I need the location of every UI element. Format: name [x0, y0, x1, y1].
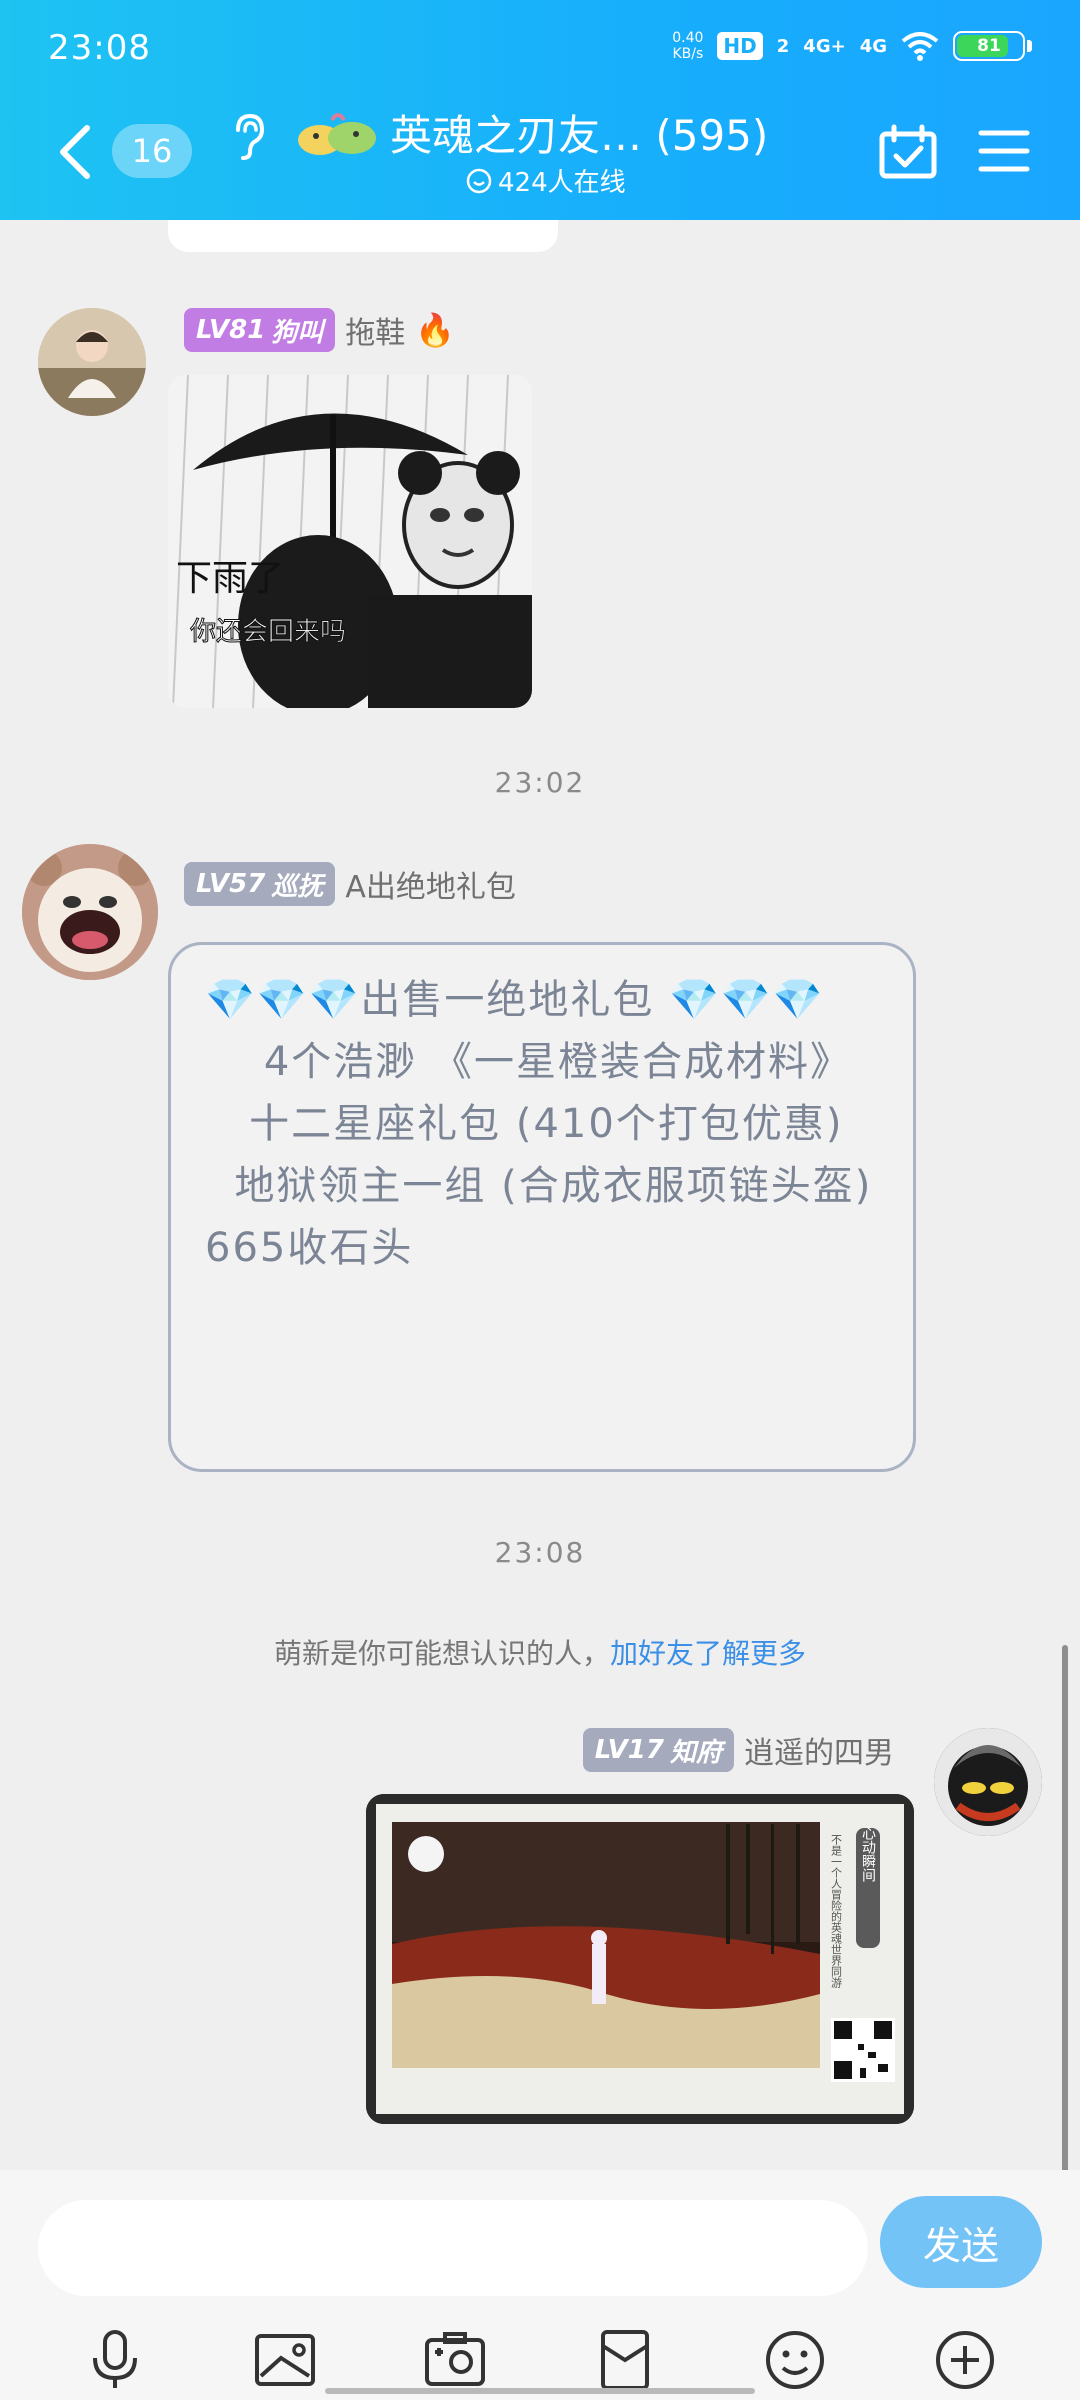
- battery-indicator: 81: [953, 31, 1032, 61]
- message-line-3: 十二星座礼包 (410个打包优惠): [205, 1101, 844, 1147]
- unread-count-badge[interactable]: 16: [112, 124, 192, 178]
- plus-icon[interactable]: [933, 2328, 997, 2392]
- message-meta-3: LV17 知府 逍遥的四男: [582, 1728, 894, 1772]
- card-side-text: 心动瞬间: [860, 1826, 876, 1883]
- group-name: 英魂之刃友… (595): [390, 111, 769, 160]
- menu-icon[interactable]: [978, 128, 1030, 174]
- friend-suggestion-notice: 萌新是你可能想认识的人，加好友了解更多: [0, 1632, 1080, 1672]
- avatar-sender-2[interactable]: [22, 844, 158, 980]
- image-message[interactable]: 心动瞬间 不是一个人冒险的英魂世界同游: [366, 1794, 914, 2124]
- online-smile-icon: [466, 168, 492, 193]
- bird-emoji-icon: [298, 112, 376, 155]
- avatar-image: [38, 308, 146, 416]
- avatar-image: [934, 1728, 1042, 1836]
- online-status: 424人在线: [466, 162, 626, 199]
- net-speed: 0.40 KB/s: [672, 30, 704, 62]
- avatar-self[interactable]: [934, 1728, 1042, 1836]
- sticker-caption-1: 下雨了: [176, 558, 284, 599]
- game-screenshot-image: 心动瞬间 不是一个人冒险的英魂世界同游: [366, 1794, 914, 2124]
- message-input[interactable]: [38, 2200, 868, 2296]
- message-line-4: 地狱领主一组 (合成衣服项链头盔): [205, 1163, 873, 1209]
- add-friend-link[interactable]: 加好友了解更多: [610, 1637, 806, 1670]
- message-line-5: 665收石头: [205, 1225, 414, 1271]
- online-count: 424人在线: [498, 168, 626, 198]
- chat-header: 23:08 0.40 KB/s HD 2 4G+ 4G 81 16 英魂之刃友……: [0, 0, 1080, 220]
- timestamp-divider-1: 23:02: [494, 766, 586, 799]
- card-caption: 不是一个人冒险的英魂世界同游: [830, 1834, 843, 1988]
- composer-toolbar: [0, 2328, 1080, 2392]
- red-packet-icon[interactable]: [593, 2328, 657, 2392]
- calendar-check-icon[interactable]: [878, 124, 938, 180]
- fire-icon: 🔥: [415, 311, 456, 349]
- image-icon[interactable]: [253, 2328, 317, 2392]
- level-badge[interactable]: LV57 巡抚: [184, 862, 336, 906]
- sender-name[interactable]: 逍遥的四男: [744, 1728, 894, 1772]
- previous-message-bubble[interactable]: [168, 220, 558, 252]
- status-time: 23:08: [48, 28, 151, 68]
- hd-sub-label: 2: [776, 35, 790, 57]
- avatar-image: [22, 844, 158, 980]
- message-meta-1: LV81 狗叫 拖鞋 🔥: [184, 308, 455, 352]
- chat-scrollbar[interactable]: [1062, 1645, 1068, 2175]
- text-message-bubble[interactable]: 💎💎💎出售一绝地礼包 💎💎💎 4个浩渺 《一星橙装合成材料》 十二星座礼包 (4…: [168, 942, 916, 1472]
- ear-icon[interactable]: [228, 112, 268, 160]
- message-composer: 发送: [0, 2170, 1080, 2400]
- send-button[interactable]: 发送: [880, 2196, 1042, 2288]
- emoji-icon[interactable]: [763, 2328, 827, 2392]
- avatar-sender-1[interactable]: [38, 308, 146, 416]
- home-indicator[interactable]: [325, 2388, 755, 2394]
- status-indicators: 0.40 KB/s HD 2 4G+ 4G 81: [672, 30, 1032, 62]
- message-meta-2: LV57 巡抚 A出绝地礼包: [184, 862, 516, 906]
- message-line-2: 4个浩渺 《一星橙装合成材料》: [205, 1039, 853, 1085]
- level-badge[interactable]: LV17 知府: [582, 1728, 734, 1772]
- sender-name[interactable]: A出绝地礼包: [345, 862, 516, 906]
- timestamp-divider-2: 23:08: [494, 1536, 586, 1569]
- signal-4g-plus: 4G+: [803, 35, 846, 57]
- signal-4g: 4G: [859, 35, 887, 57]
- chat-message-list[interactable]: LV81 狗叫 拖鞋 🔥 下雨了 你还会回来吗 23:02 LV57 巡抚 A出…: [0, 220, 1080, 2170]
- notice-text: 萌新是你可能想认识的人，: [273, 1637, 610, 1670]
- group-title[interactable]: 英魂之刃友… (595): [292, 102, 792, 163]
- panda-umbrella-sticker: 下雨了 你还会回来吗: [168, 375, 532, 708]
- level-badge[interactable]: LV81 狗叫: [184, 308, 336, 352]
- sticker-caption-2: 你还会回来吗: [190, 617, 346, 647]
- camera-icon[interactable]: [423, 2328, 487, 2392]
- sender-name[interactable]: 拖鞋: [345, 308, 405, 352]
- wifi-icon: [901, 32, 939, 61]
- back-arrow-icon[interactable]: [55, 122, 95, 182]
- message-line-1: 💎💎💎出售一绝地礼包 💎💎💎: [205, 977, 825, 1023]
- microphone-icon[interactable]: [83, 2328, 147, 2392]
- sticker-message[interactable]: 下雨了 你还会回来吗: [168, 375, 532, 708]
- hd-badge: HD: [717, 32, 763, 60]
